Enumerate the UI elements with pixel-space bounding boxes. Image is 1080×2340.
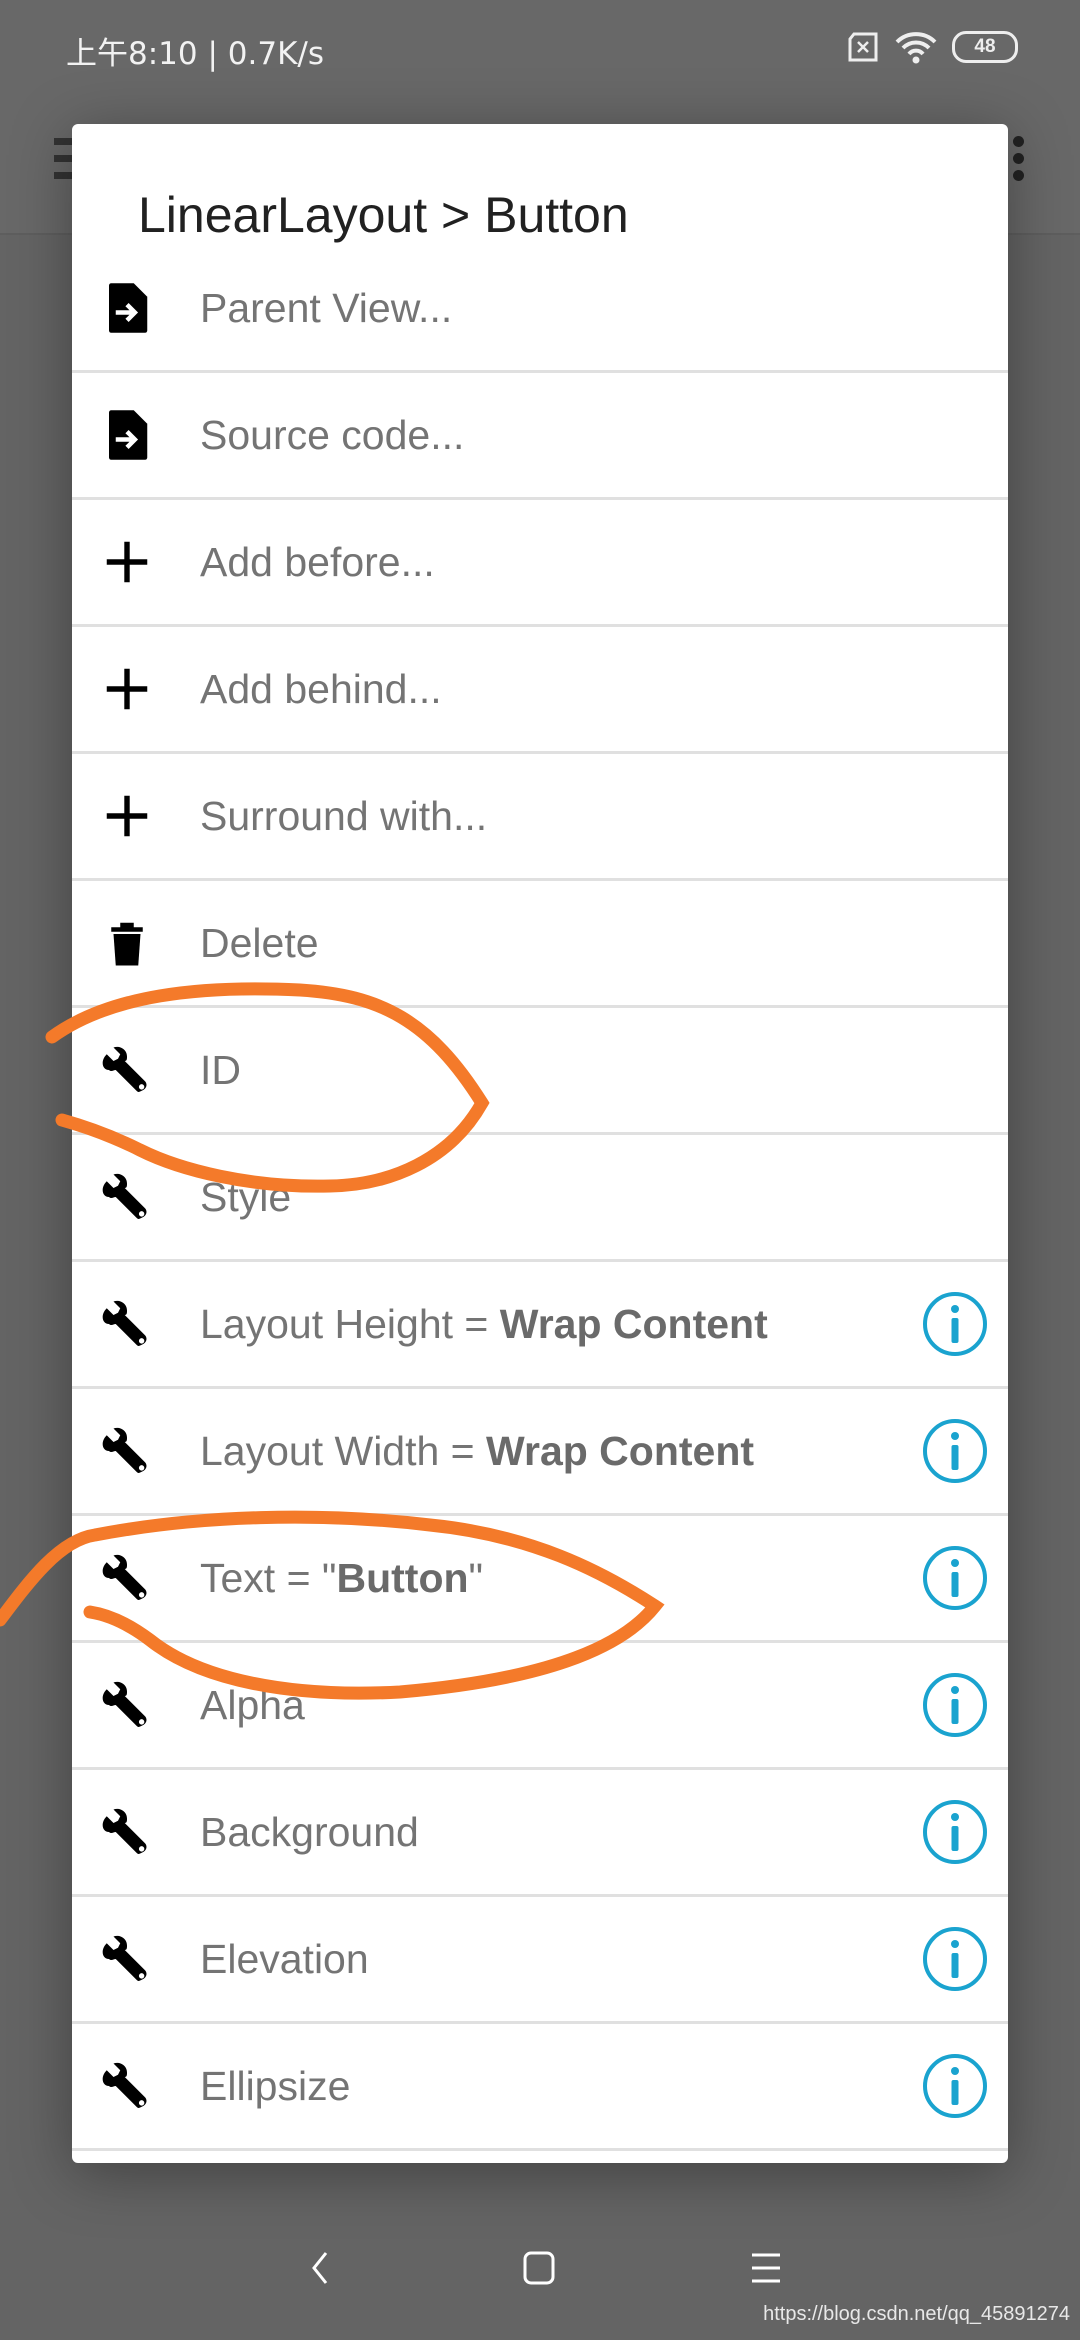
menu-item-label: Background bbox=[200, 1808, 419, 1855]
wrench-icon bbox=[100, 1805, 154, 1859]
watermark: https://blog.csdn.net/qq_45891274 bbox=[763, 2303, 1070, 2325]
wrench-icon bbox=[100, 1424, 154, 1478]
menu-item-id[interactable]: ID bbox=[72, 1008, 1008, 1135]
info-icon[interactable] bbox=[922, 1418, 988, 1484]
menu-item-background[interactable]: Background bbox=[72, 1770, 1008, 1897]
plus-icon bbox=[100, 789, 154, 843]
wrench-icon bbox=[100, 1678, 154, 1732]
info-icon[interactable] bbox=[922, 1545, 988, 1611]
file-arrow-icon bbox=[100, 281, 154, 335]
network-speed: 0.7K/s bbox=[227, 36, 325, 72]
menu-item-label: Layout Height = Wrap Content bbox=[200, 1300, 768, 1347]
menu-item-add-behind[interactable]: Add behind... bbox=[72, 627, 1008, 754]
wrench-icon bbox=[100, 1551, 154, 1605]
more-options-icon[interactable] bbox=[1013, 136, 1024, 187]
menu-item-layout-height[interactable]: Layout Height = Wrap Content bbox=[72, 1262, 1008, 1389]
menu-item-label: Alpha bbox=[200, 1681, 305, 1728]
info-icon[interactable] bbox=[922, 1926, 988, 1992]
info-icon[interactable] bbox=[922, 1291, 988, 1357]
menu-item-text[interactable]: Text = "Button" bbox=[72, 1516, 1008, 1643]
menu-item-parent-view[interactable]: Parent View... bbox=[72, 246, 1008, 373]
menu-item-label: Source code... bbox=[200, 411, 465, 458]
menu-item-label: Layout Width = Wrap Content bbox=[200, 1427, 755, 1474]
menu-item-delete[interactable]: Delete bbox=[72, 881, 1008, 1008]
menu-item-label: Add behind... bbox=[200, 665, 442, 712]
menu-item-surround-with[interactable]: Surround with... bbox=[72, 754, 1008, 881]
menu-item-alpha[interactable]: Alpha bbox=[72, 1643, 1008, 1770]
status-bar-left: 上午8:10 | 0.7K/s bbox=[66, 36, 325, 72]
options-list: Parent View... Source code... Add before..… bbox=[72, 246, 1008, 2151]
wrench-icon bbox=[100, 1043, 154, 1097]
menu-item-label: Elevation bbox=[200, 1935, 369, 1982]
navigation-bar bbox=[0, 2250, 1080, 2310]
recents-icon[interactable] bbox=[750, 2250, 782, 2286]
trash-icon bbox=[100, 916, 154, 970]
menu-item-label: Add before... bbox=[200, 538, 435, 585]
wrench-icon bbox=[100, 1170, 154, 1224]
menu-icon[interactable] bbox=[54, 138, 72, 189]
wrench-icon bbox=[100, 1932, 154, 1986]
battery-icon: 48 bbox=[952, 31, 1018, 63]
home-icon[interactable] bbox=[522, 2250, 556, 2286]
dialog-title: LinearLayout > Button bbox=[138, 187, 629, 243]
sim-x-icon bbox=[848, 32, 878, 62]
info-icon[interactable] bbox=[922, 2053, 988, 2119]
menu-item-elevation[interactable]: Elevation bbox=[72, 1897, 1008, 2024]
plus-icon bbox=[100, 535, 154, 589]
menu-item-ellipsize[interactable]: Ellipsize bbox=[72, 2024, 1008, 2151]
menu-item-source-code[interactable]: Source code... bbox=[72, 373, 1008, 500]
wifi-icon bbox=[895, 32, 937, 64]
info-icon[interactable] bbox=[922, 1799, 988, 1865]
menu-item-add-before[interactable]: Add before... bbox=[72, 500, 1008, 627]
menu-item-label: ID bbox=[200, 1046, 241, 1093]
status-icons: 48 bbox=[846, 30, 1018, 64]
plus-icon bbox=[100, 662, 154, 716]
menu-item-label: Parent View... bbox=[200, 284, 453, 331]
menu-item-label: Ellipsize bbox=[200, 2062, 351, 2109]
wrench-icon bbox=[100, 1297, 154, 1351]
menu-item-label: Delete bbox=[200, 919, 319, 966]
view-options-dialog: LinearLayout > Button Parent View... Sour… bbox=[72, 124, 1008, 2163]
menu-item-layout-width[interactable]: Layout Width = Wrap Content bbox=[72, 1389, 1008, 1516]
status-time: 上午8:10 bbox=[66, 36, 198, 72]
menu-item-label: Text = "Button" bbox=[200, 1554, 484, 1601]
back-icon[interactable] bbox=[308, 2250, 332, 2286]
menu-item-label: Surround with... bbox=[200, 792, 488, 839]
file-arrow-icon bbox=[100, 408, 154, 462]
menu-item-style[interactable]: Style bbox=[72, 1135, 1008, 1262]
wrench-icon bbox=[100, 2059, 154, 2113]
info-icon[interactable] bbox=[922, 1672, 988, 1738]
menu-item-label: Style bbox=[200, 1173, 292, 1220]
